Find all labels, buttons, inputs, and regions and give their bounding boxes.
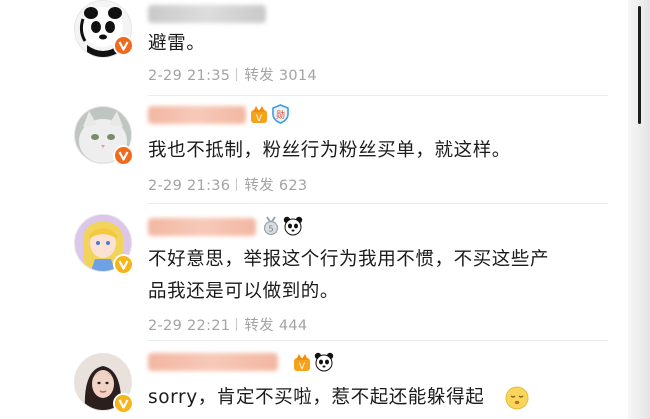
verified-badge-icon [113,393,134,414]
comment-time: 2-29 21:35 [148,68,231,84]
svg-text:V: V [299,362,306,372]
repost-count: 623 [278,178,308,194]
svg-text:V: V [256,114,263,124]
panda-icon [283,216,303,240]
vip-crown-icon: V [250,104,268,128]
comment-meta: 2-29 21:36 转发 623 [148,174,307,195]
repost-label[interactable]: 转发 [244,68,274,84]
username-blurred[interactable] [148,353,278,371]
verified-badge-icon [113,145,134,166]
username-blurred[interactable] [148,218,256,236]
comment-meta: 2-29 21:35 转发 3014 [148,64,317,85]
meta-divider [236,68,238,81]
meta-divider [236,178,238,191]
comment-item: 5 不好意思，举报这个行为我用不惯，不买这些产 品我还是可以做到的。 2-29 … [0,204,600,342]
comment-time: 2-29 22:21 [148,318,231,334]
verified-badge-icon [113,35,134,56]
comment-time: 2-29 21:36 [148,178,231,194]
repost-label[interactable]: 转发 [244,178,274,194]
username-blurred[interactable] [148,5,266,23]
comment-text: 避雷。 [148,33,206,54]
comment-text: sorry，肯定不买啦，惹不起还能躲得起 [148,387,485,408]
repost-count: 444 [278,318,308,334]
svg-text:5: 5 [268,225,273,234]
shield-badge-icon: 勋 [271,104,290,128]
repost-count: 3014 [278,68,317,84]
panda-icon [314,352,334,376]
comment-meta: 2-29 22:21 转发 444 [148,314,307,335]
svg-text:勋: 勋 [276,109,285,121]
username-blurred[interactable] [148,106,246,124]
repost-label[interactable]: 转发 [244,318,274,334]
comment-item: 避雷。 2-29 21:35 转发 3014 [0,0,600,98]
comment-text: 我也不抵制，粉丝行为粉丝买单，就这样。 [148,140,511,161]
comment-text-line: 不好意思，举报这个行为我用不惯，不买这些产 [148,249,550,270]
device-edge [628,0,650,419]
meta-divider [236,318,238,331]
scrollbar[interactable] [638,6,641,124]
vip-crown-icon: V [293,352,311,376]
verified-badge-icon [113,254,134,275]
comment-item: V 勋 我也不抵制，粉丝行为粉丝买单，就这样。 2-29 21:36 转发 623 [0,96,600,206]
relieved-face-emoji [505,386,529,414]
comment-item: V sorry，肯定不买啦，惹不起还能躲得起 [0,341,600,419]
comment-text-line: 品我还是可以做到的。 [148,281,340,302]
medal-icon: 5 [262,216,280,240]
